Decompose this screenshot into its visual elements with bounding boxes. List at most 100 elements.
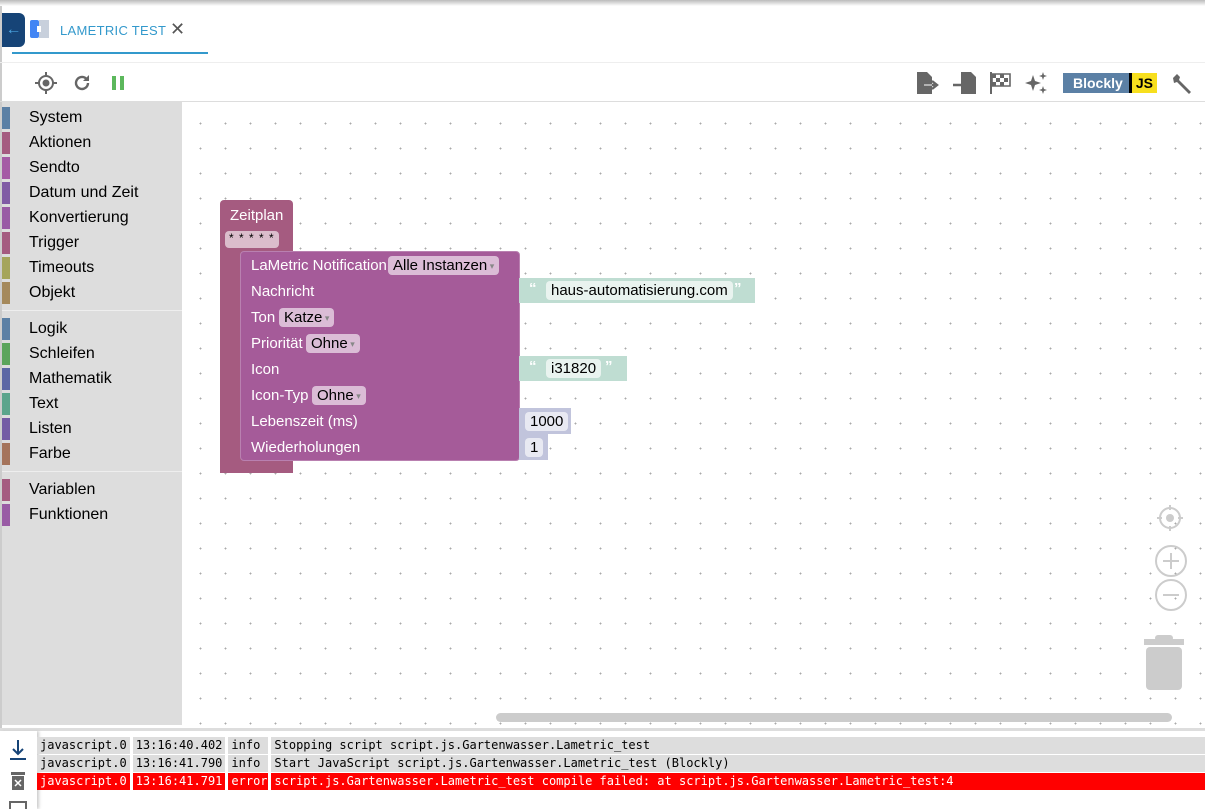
icon-text-block[interactable]: “ i31820 ” [519, 356, 627, 381]
icon-field[interactable]: i31820 [546, 359, 602, 378]
open-quote: “ [529, 358, 537, 375]
toolbox-category-schleifen[interactable]: Schleifen [2, 343, 182, 365]
priority-label: Priorität [251, 335, 303, 352]
toolbox-category-funktionen[interactable]: Funktionen [2, 504, 182, 526]
category-label: Funktionen [29, 506, 109, 523]
notify-title: LaMetric Notification [251, 257, 387, 274]
scroll-down-icon[interactable] [9, 739, 27, 761]
toolbox-category-variablen[interactable]: Variablen [2, 479, 182, 501]
blockly-workspace[interactable]: Zeitplan * * * * * LaMetric Notification… [182, 102, 1205, 725]
copy-log-icon[interactable] [9, 801, 27, 809]
wrench-icon[interactable] [1170, 71, 1194, 95]
recenter-icon[interactable] [1155, 503, 1185, 533]
toolbox-category-text[interactable]: Text [2, 393, 182, 415]
export-icon[interactable] [915, 71, 941, 95]
zoom-out-icon[interactable] [1155, 579, 1187, 611]
category-label: Sendto [29, 159, 80, 176]
category-color-swatch [2, 418, 10, 440]
log-time: 13:16:40.402 [132, 737, 226, 754]
log-row: javascript.0 13:16:41.791 error script.js.G… [37, 773, 1205, 790]
tab-lametric-test[interactable]: LAMETRIC TEST [60, 23, 166, 38]
sound-label: Ton [251, 309, 276, 326]
blockly-label: Blockly [1063, 73, 1129, 93]
category-label: Schleifen [29, 345, 95, 362]
lifetime-number-block[interactable]: 1000 [519, 408, 571, 434]
category-color-swatch [2, 232, 10, 254]
close-quote: ” [734, 280, 742, 297]
message-label: Nachricht [251, 283, 315, 300]
message-field[interactable]: haus-automatisierung.com [546, 281, 733, 300]
log-row: javascript.0 13:16:40.402 info Stopping scr… [37, 737, 1205, 754]
log-time: 13:16:41.790 [132, 755, 226, 772]
import-icon[interactable] [952, 71, 978, 95]
category-color-swatch [2, 443, 10, 465]
toolbox-category-trigger[interactable]: Trigger [2, 232, 182, 254]
category-color-swatch [2, 318, 10, 340]
tab-close-button[interactable]: ✕ [170, 19, 185, 40]
sound-dropdown[interactable]: Katze [279, 308, 335, 327]
log-time: 13:16:41.791 [132, 773, 226, 790]
category-color-swatch [2, 132, 10, 154]
flag-icon[interactable] [988, 71, 1014, 95]
icontype-label: Icon-Typ [251, 387, 309, 404]
log-message: Start JavaScript script.js.Gartenwasser.… [271, 755, 1205, 772]
toolbox-category-system[interactable]: System [2, 107, 182, 129]
pause-icon[interactable] [112, 76, 124, 90]
cron-field[interactable]: * * * * * [225, 231, 279, 248]
category-color-swatch [2, 368, 10, 390]
trash-icon[interactable] [1142, 635, 1186, 691]
schedule-title: Zeitplan [230, 207, 284, 224]
lifetime-label: Lebenszeit (ms) [251, 413, 358, 430]
js-label: JS [1128, 73, 1157, 93]
category-color-swatch [2, 282, 10, 304]
icontype-dropdown[interactable]: Ohne [312, 386, 366, 405]
blockly-js-badge[interactable]: Blockly JS [1063, 73, 1157, 93]
category-label: Trigger [29, 234, 80, 251]
category-color-swatch [2, 207, 10, 229]
log-sidebar [0, 731, 37, 809]
category-label: Konvertierung [29, 209, 129, 226]
category-label: Farbe [29, 445, 71, 462]
category-label: Logik [29, 320, 68, 337]
horizontal-scrollbar[interactable] [496, 713, 1172, 722]
toolbox-category-sendto[interactable]: Sendto [2, 157, 182, 179]
category-color-swatch [2, 107, 10, 129]
category-label: Listen [29, 420, 72, 437]
log-message: script.js.Gartenwasser.Lametric_test com… [271, 773, 1205, 790]
clear-log-icon[interactable] [11, 771, 25, 791]
sparkle-icon[interactable] [1024, 71, 1048, 95]
toolbox-category-datum-und-zeit[interactable]: Datum und Zeit [2, 182, 182, 204]
message-text-block[interactable]: “ haus-automatisierung.com ” [519, 278, 755, 303]
log-row: javascript.0 13:16:41.790 info Start JavaSc… [37, 755, 1205, 772]
toolbox-category-mathematik[interactable]: Mathematik [2, 368, 182, 390]
reload-icon[interactable] [72, 73, 92, 93]
log-source: javascript.0 [37, 737, 130, 754]
category-label: Aktionen [29, 134, 92, 151]
priority-dropdown[interactable]: Ohne [306, 334, 360, 353]
instance-dropdown[interactable]: Alle Instanzen [388, 256, 500, 275]
zoom-in-icon[interactable] [1155, 545, 1187, 577]
category-color-swatch [2, 182, 10, 204]
toolbar: Blockly JS [0, 62, 1205, 102]
lametric-notification-block[interactable]: LaMetric Notification Alle Instanzen Nac… [240, 251, 520, 461]
blockly-toolbox: System Aktionen Sendto Datum und Zeit Konver… [2, 102, 182, 725]
log-level: info [228, 755, 269, 772]
lifetime-field[interactable]: 1000 [525, 412, 569, 431]
toolbox-category-timeouts[interactable]: Timeouts [2, 257, 182, 279]
category-color-swatch [2, 157, 10, 179]
target-icon[interactable] [35, 72, 57, 94]
back-button[interactable]: ← [2, 13, 25, 47]
log-source: javascript.0 [37, 773, 130, 790]
toolbox-category-farbe[interactable]: Farbe [2, 443, 182, 465]
toolbox-category-objekt[interactable]: Objekt [2, 282, 182, 304]
toolbox-category-konvertierung[interactable]: Konvertierung [2, 207, 182, 229]
open-quote: “ [529, 280, 537, 297]
repeat-field[interactable]: 1 [525, 438, 544, 457]
toolbox-category-listen[interactable]: Listen [2, 418, 182, 440]
toolbox-separator [2, 310, 182, 311]
toolbox-category-logik[interactable]: Logik [2, 318, 182, 340]
category-label: Datum und Zeit [29, 184, 139, 201]
toolbox-category-aktionen[interactable]: Aktionen [2, 132, 182, 154]
category-label: Mathematik [29, 370, 112, 387]
repeat-number-block[interactable]: 1 [519, 434, 548, 460]
